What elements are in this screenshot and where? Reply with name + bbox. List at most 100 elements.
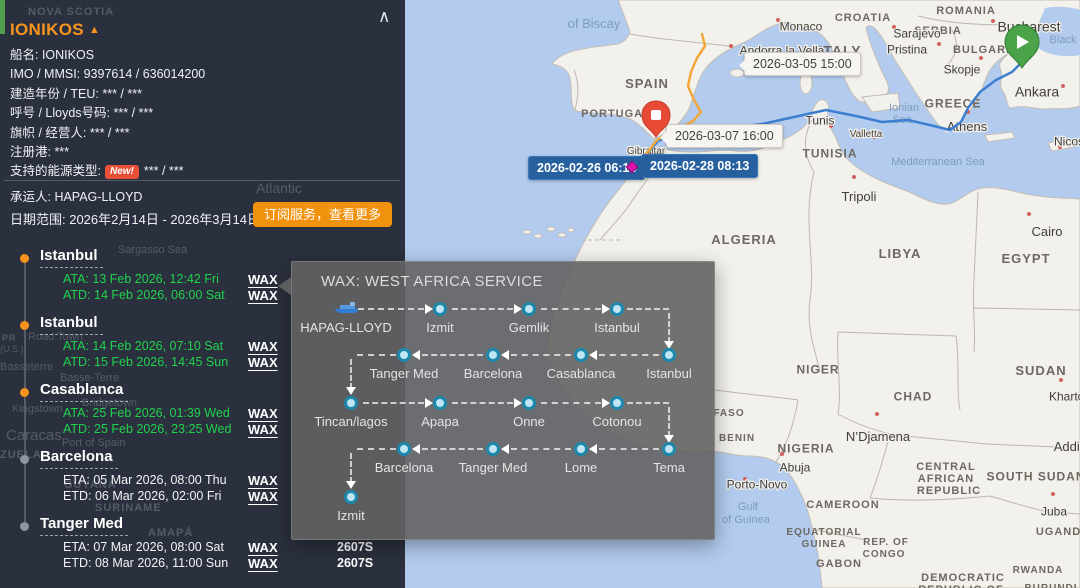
map-city-label: Pristina [887, 43, 927, 57]
map-country-label: ALGERIA [711, 232, 777, 247]
route-dash [350, 453, 352, 483]
route-arrow-icon [501, 444, 509, 454]
vessel-info-line: 呼号 / Lloyds号码: *** / *** [10, 104, 205, 123]
route-dash [599, 354, 659, 356]
route-arrow-icon [514, 304, 522, 314]
route-stop-label: Izmit [426, 320, 453, 335]
route-stop-node [574, 348, 588, 362]
map-country-label: CHAD [894, 390, 933, 404]
vessel-position[interactable] [625, 160, 639, 179]
map-city-label: Addis [1054, 439, 1080, 454]
popup-title: WAX: WEST AFRICA SERVICE [321, 273, 543, 290]
port-name[interactable]: Casablanca [40, 381, 128, 402]
collapse-panel-button[interactable]: ∧ [372, 6, 396, 28]
route-stop-label: Gemlik [509, 320, 549, 335]
map-country-label: BURUNDI [1024, 583, 1077, 588]
map-country-label: GABON [816, 558, 862, 570]
destination-pin[interactable] [640, 100, 672, 145]
route-stop-node [433, 302, 447, 316]
route-stop-label: Tema [653, 460, 685, 475]
voyage-number: 2607S [337, 540, 373, 554]
route-arrow-icon [346, 387, 356, 395]
service-code-link[interactable]: WAX [248, 288, 278, 303]
energy-type-line: 支持的能源类型:New!*** / *** [10, 162, 205, 181]
city-dot [1051, 492, 1055, 496]
port-name[interactable]: Barcelona [40, 448, 118, 469]
map-water-label: Black [1050, 34, 1077, 46]
port-status-dot [20, 455, 29, 464]
port-name[interactable]: Tanger Med [40, 515, 128, 536]
timestamp-tooltip: 2026-03-07 16:00 [666, 124, 783, 148]
map-city-label: Ankara [1015, 83, 1060, 99]
popup-pointer [278, 277, 291, 295]
route-stop-label: Istanbul [646, 366, 692, 381]
port-status-dot [20, 254, 29, 263]
port-call-time: ETD: 06 Mar 2026, 02:00 Fri [63, 489, 221, 503]
route-stop-node [610, 302, 624, 316]
voyage-number: 2607S [337, 556, 373, 570]
route-dash [541, 308, 601, 310]
route-dash [627, 308, 669, 310]
port-call-row: ETA: 07 Mar 2026, 08:00 Sat WAX 2607S [0, 540, 405, 556]
map-country-label: REPUBLIC OF [918, 584, 1004, 588]
route-arrow-icon [589, 444, 597, 454]
port-call-time: ETA: 05 Mar 2026, 08:00 Thu [63, 473, 227, 487]
service-code-link[interactable]: WAX [248, 473, 278, 488]
service-code-link[interactable]: WAX [248, 406, 278, 421]
route-stop-node [344, 490, 358, 504]
route-dash [668, 313, 670, 343]
faded-map-label: NOVA SCOTIA [28, 6, 114, 18]
divider [4, 180, 400, 181]
map-city-label: Tunis [806, 114, 835, 128]
vessel-info-line: IMO / MMSI: 9397614 / 636014200 [10, 65, 205, 84]
map-country-label: NIGERIA [777, 442, 834, 456]
route-stop-label: Barcelona [464, 366, 523, 381]
service-code-link[interactable]: WAX [248, 272, 278, 287]
route-stop-label: Barcelona [375, 460, 434, 475]
map-country-label: LIBYA [879, 246, 922, 261]
map-edge-fragment [0, 0, 5, 34]
city-dot [875, 412, 879, 416]
city-dot [780, 452, 784, 456]
route-stop-label: Tanger Med [459, 460, 528, 475]
port-call-time: ATA: 14 Feb 2026, 07:10 Sat [63, 339, 223, 353]
route-dash [599, 448, 659, 450]
service-code-link[interactable]: WAX [248, 339, 278, 354]
map-city-label: Cairo [1031, 224, 1062, 239]
origin-pin[interactable] [1002, 24, 1042, 77]
service-code-link[interactable]: WAX [248, 540, 278, 555]
port-call-time: ETD: 08 Mar 2026, 11:00 Sun [63, 556, 228, 570]
route-stop-label: Apapa [421, 414, 459, 429]
route-stop-node [486, 442, 500, 456]
subscribe-button[interactable]: 订阅服务，查看更多 [253, 202, 392, 227]
vessel-info-line: 建造年份 / TEU: *** / *** [10, 85, 205, 104]
map-city-label: Abuja [780, 461, 811, 475]
route-dash [541, 402, 601, 404]
map-country-label: AFRICAN [918, 473, 975, 485]
faded-map-label: Atlantic [256, 180, 302, 196]
city-dot [937, 42, 941, 46]
service-code-link[interactable]: WAX [248, 422, 278, 437]
date-range-line: 日期范围: 2026年2月14日 - 2026年3月14日 [10, 209, 260, 228]
route-dash [422, 448, 483, 450]
port-call-time: ETA: 07 Mar 2026, 08:00 Sat [63, 540, 224, 554]
port-status-dot [20, 321, 29, 330]
energy-type-value: *** / *** [144, 164, 184, 178]
vessel-title[interactable]: IONIKOS▲ [10, 20, 100, 40]
map-country-label: EGYPT [1001, 251, 1050, 266]
service-code-link[interactable]: WAX [248, 355, 278, 370]
service-code-link[interactable]: WAX [248, 556, 278, 571]
city-dot [1061, 84, 1065, 88]
route-stop-label: Tanger Med [370, 366, 439, 381]
map-city-label: Skopje [944, 63, 981, 77]
route-dash [511, 354, 571, 356]
port-name[interactable]: Istanbul [40, 314, 103, 335]
map-country-label: FASO [713, 408, 744, 419]
map-country-label: CAMEROON [806, 499, 879, 511]
vessel-info-line: 旗帜 / 经营人: *** / *** [10, 124, 205, 143]
city-dot [991, 19, 995, 23]
route-arrow-icon [412, 350, 420, 360]
port-name[interactable]: Istanbul [40, 247, 103, 268]
route-stop-node [662, 442, 676, 456]
service-code-link[interactable]: WAX [248, 489, 278, 504]
